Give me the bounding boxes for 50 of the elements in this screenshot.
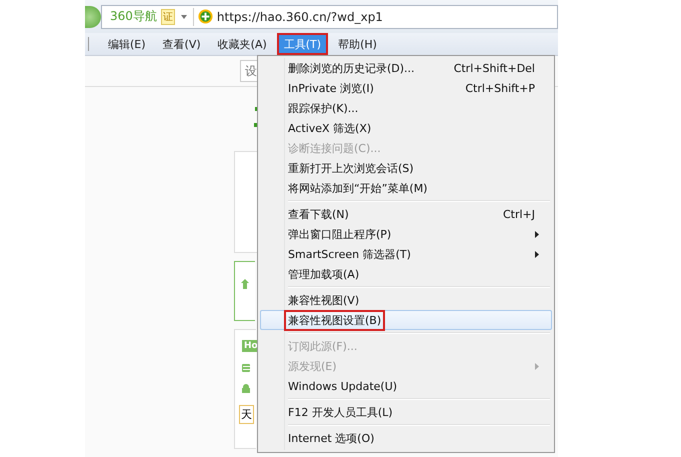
menu-item[interactable]: Internet 选项(O) <box>260 428 552 448</box>
menu-item-label: 兼容性视图(V) <box>287 292 360 308</box>
menu-item-label: Windows Update(U) <box>287 378 398 394</box>
home-icon <box>241 279 249 289</box>
menu-item-label: 源发现(E) <box>287 358 338 374</box>
menu-item[interactable]: 将网站添加到“开始”菜单(M) <box>260 178 552 198</box>
menu-item[interactable]: 删除浏览的历史记录(D)... Ctrl+Shift+Del <box>260 58 552 78</box>
menu-item[interactable]: 兼容性视图(V) <box>260 290 552 310</box>
menu-item-label: 查看下载(N) <box>287 206 350 222</box>
shortcut-text: Ctrl+Shift+Del <box>454 62 535 74</box>
menu-item[interactable]: SmartScreen 筛选器(T) <box>260 244 552 264</box>
shortcut-text: Ctrl+J <box>502 208 535 220</box>
menu-item-label: 订阅此源(F)... <box>287 338 358 354</box>
url-text: https://hao.360.cn/?wd_xp1 <box>216 10 383 24</box>
menu-item[interactable]: 重新打开上次浏览会话(S) <box>260 158 552 178</box>
menu-item[interactable]: 管理加载项(A) <box>260 264 552 284</box>
shortcut-text: Ctrl+Shift+P <box>465 82 535 94</box>
list-icon <box>242 364 250 372</box>
menu-item[interactable]: 兼容性视图设置(B) <box>260 310 552 330</box>
menu-item-label: F12 开发人员工具(L) <box>287 404 394 420</box>
certificate-badge: 证 <box>160 8 175 24</box>
menu-bar-item[interactable]: 编辑(E) <box>101 33 153 55</box>
address-field[interactable]: 360导航 证 https://hao.360.cn/?wd_xp1 <box>101 4 558 28</box>
menu-item-label: InPrivate 浏览(I) <box>287 80 375 96</box>
dropdown-icon[interactable] <box>180 14 187 18</box>
plus-circle-icon <box>198 9 213 24</box>
input-field[interactable]: 天 <box>239 405 254 424</box>
menu-item-label: 重新打开上次浏览会话(S) <box>287 160 415 176</box>
menu-bar-item[interactable]: 查看(V) <box>156 33 208 55</box>
menu-item[interactable]: F12 开发人员工具(L) <box>260 402 552 422</box>
menu-item[interactable]: 弹出窗口阻止程序(P) <box>260 224 552 244</box>
menu-item-label: 兼容性视图设置(B) <box>284 310 386 330</box>
menu-item-label: 将网站添加到“开始”菜单(M) <box>287 180 428 196</box>
menu-item-label: 管理加载项(A) <box>287 266 360 282</box>
menu-bar-item[interactable]: 收藏夹(A) <box>210 33 274 55</box>
menu-item-label: 诊断连接问题(C)... <box>287 140 382 156</box>
lock-icon <box>242 384 250 393</box>
menu-item-label: ActiveX 筛选(X) <box>287 120 372 136</box>
menu-item[interactable]: InPrivate 浏览(I) Ctrl+Shift+P <box>260 78 552 98</box>
menu-item[interactable]: 查看下载(N) Ctrl+J <box>260 204 552 224</box>
site-label: 360导航 <box>110 8 157 25</box>
menu-item[interactable]: 跟踪保护(K)... <box>260 98 552 118</box>
menu-item-label: 弹出窗口阻止程序(P) <box>287 226 392 242</box>
menu-item[interactable]: Windows Update(U) <box>260 376 552 396</box>
menu-item-label: 跟踪保护(K)... <box>287 100 360 116</box>
menu-item-label: SmartScreen 筛选器(T) <box>287 246 412 262</box>
menu-bar-item[interactable]: 帮助(H) <box>331 33 384 55</box>
menu-item-label: 删除浏览的历史记录(D)... <box>287 60 416 76</box>
menu-item[interactable]: ActiveX 筛选(X) <box>260 118 552 138</box>
menu-item-label: Internet 选项(O) <box>287 430 376 446</box>
